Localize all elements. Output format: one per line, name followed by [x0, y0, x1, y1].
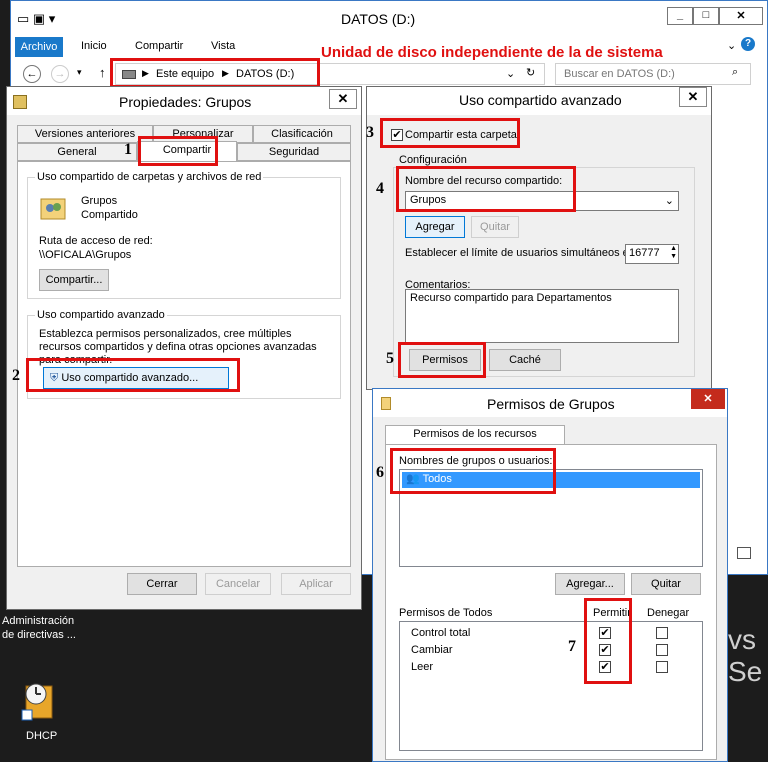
highlight-share-checkbox — [380, 118, 520, 148]
desktop-icon-admin-label[interactable]: Administración de directivas ... — [2, 614, 92, 642]
step-number-4: 4 — [376, 180, 384, 197]
close-button[interactable]: ✕ — [719, 7, 763, 25]
deny-full-control-checkbox[interactable] — [656, 627, 668, 639]
cache-button[interactable]: Caché — [489, 349, 561, 371]
highlight-tab-share — [138, 136, 218, 166]
share-status: Compartido — [81, 209, 138, 221]
dhcp-label: DHCP — [26, 730, 58, 742]
forward-button[interactable]: → — [51, 65, 69, 83]
ribbon-expand-icon[interactable]: ⌄ — [727, 39, 736, 52]
deny-change-checkbox[interactable] — [656, 644, 668, 656]
dhcp-icon[interactable] — [20, 680, 60, 722]
properties-title: Propiedades: Grupos — [119, 94, 252, 110]
properties-close-button[interactable]: ✕ — [329, 89, 357, 109]
stepper-arrows-icon: ▲ ▼ — [670, 245, 677, 260]
step-number-6: 6 — [376, 464, 384, 481]
status-view-icons[interactable] — [737, 547, 751, 559]
comments-textarea[interactable]: Recurso compartido para Departamentos — [405, 289, 679, 343]
user-limit-stepper[interactable]: 16777 ▲ ▼ — [625, 244, 679, 264]
remove-share-button[interactable]: Quitar — [471, 216, 519, 238]
annotation-text: Unidad de disco independiente de la de s… — [321, 44, 663, 61]
share-name: Grupos — [81, 195, 118, 207]
ribbon-tab-share[interactable]: Compartir — [135, 40, 183, 52]
ribbon-tab-file[interactable]: Archivo — [15, 37, 63, 57]
folder-users-icon — [13, 95, 27, 109]
apply-button[interactable]: Aplicar — [281, 573, 351, 595]
step-number-1: 1 — [124, 141, 132, 158]
network-path-value: \\OFICALA\Grupos — [39, 249, 132, 261]
deny-read-checkbox[interactable] — [656, 661, 668, 673]
highlight-advanced-button — [26, 358, 240, 392]
permissions-close-button[interactable]: ✕ — [691, 389, 725, 409]
perm-row-read: Leer — [411, 661, 434, 673]
address-dropdown-icon[interactable]: ⌄ — [506, 67, 515, 80]
maximize-button[interactable]: □ — [693, 7, 719, 25]
dropdown-arrow-icon: ⌄ — [664, 195, 674, 207]
search-input[interactable]: Buscar en DATOS (D:) ⌕ — [555, 63, 751, 85]
back-button[interactable]: ← — [23, 65, 41, 83]
cancel-button[interactable]: Cancelar — [205, 573, 271, 595]
highlight-group-list — [390, 448, 556, 494]
folder-icon — [381, 397, 391, 410]
add-share-button[interactable]: Agregar — [405, 216, 465, 238]
ribbon-tab-home[interactable]: Inicio — [81, 40, 107, 52]
add-user-button[interactable]: Agregar... — [555, 573, 625, 595]
step-number-5: 5 — [386, 350, 394, 367]
tab-general[interactable]: General — [17, 143, 137, 161]
minimize-button[interactable]: _ — [667, 7, 693, 25]
clock-server-icon — [21, 683, 53, 721]
permissions-title: Permisos de Grupos — [487, 396, 615, 412]
tab-share-permissions[interactable]: Permisos de los recursos compartidos — [385, 425, 565, 456]
explorer-title: DATOS (D:) — [341, 11, 416, 27]
advanced-share-group-title: Uso compartido avanzado — [35, 309, 167, 321]
highlight-permissions-button — [398, 342, 486, 378]
deny-column-header: Denegar — [647, 607, 690, 619]
ribbon-tab-view[interactable]: Vista — [211, 40, 235, 52]
tab-previous-versions[interactable]: Versiones anteriores — [17, 125, 153, 143]
close-dialog-button[interactable]: Cerrar — [127, 573, 197, 595]
step-number-2: 2 — [12, 367, 20, 384]
permissions-for-label: Permisos de Todos — [399, 607, 493, 619]
highlight-address — [110, 58, 320, 88]
qat-icons[interactable]: ▭ ▣ ▾ — [17, 11, 107, 27]
step-number-3: 3 — [366, 124, 374, 141]
advanced-close-button[interactable]: ✕ — [679, 87, 707, 107]
desktop-bg-text: vs Se — [728, 624, 763, 687]
perm-row-full-control: Control total — [411, 627, 471, 639]
tab-classification[interactable]: Clasificación — [253, 125, 351, 143]
network-path-label: Ruta de acceso de red: — [39, 235, 153, 247]
search-icon: ⌕ — [732, 66, 739, 78]
refresh-icon[interactable]: ↻ — [526, 66, 535, 79]
remove-user-button[interactable]: Quitar — [631, 573, 701, 595]
user-limit-label: Establecer el límite de usuarios simultá… — [405, 247, 638, 259]
recent-dropdown-icon[interactable]: ▾ — [77, 67, 82, 78]
tab-security[interactable]: Seguridad — [237, 143, 351, 161]
advanced-title: Uso compartido avanzado — [459, 92, 622, 108]
share-button[interactable]: Compartir... — [39, 269, 109, 291]
permissions-dialog: Permisos de Grupos ✕ Permisos de los rec… — [372, 388, 728, 762]
highlight-allow-column — [584, 598, 632, 684]
network-share-group-title: Uso compartido de carpetas y archivos de… — [35, 171, 264, 183]
explorer-titlebar: ▭ ▣ ▾ DATOS (D:) _ □ ✕ — [11, 1, 767, 35]
perm-row-change: Cambiar — [411, 644, 453, 656]
help-icon[interactable]: ? — [741, 37, 755, 51]
shared-folder-icon — [39, 195, 67, 221]
highlight-share-name — [396, 166, 576, 212]
step-number-7: 7 — [568, 638, 576, 655]
configuration-title: Configuración — [397, 154, 469, 166]
permissions-list — [399, 621, 703, 751]
up-button[interactable]: ↑ — [99, 65, 106, 80]
